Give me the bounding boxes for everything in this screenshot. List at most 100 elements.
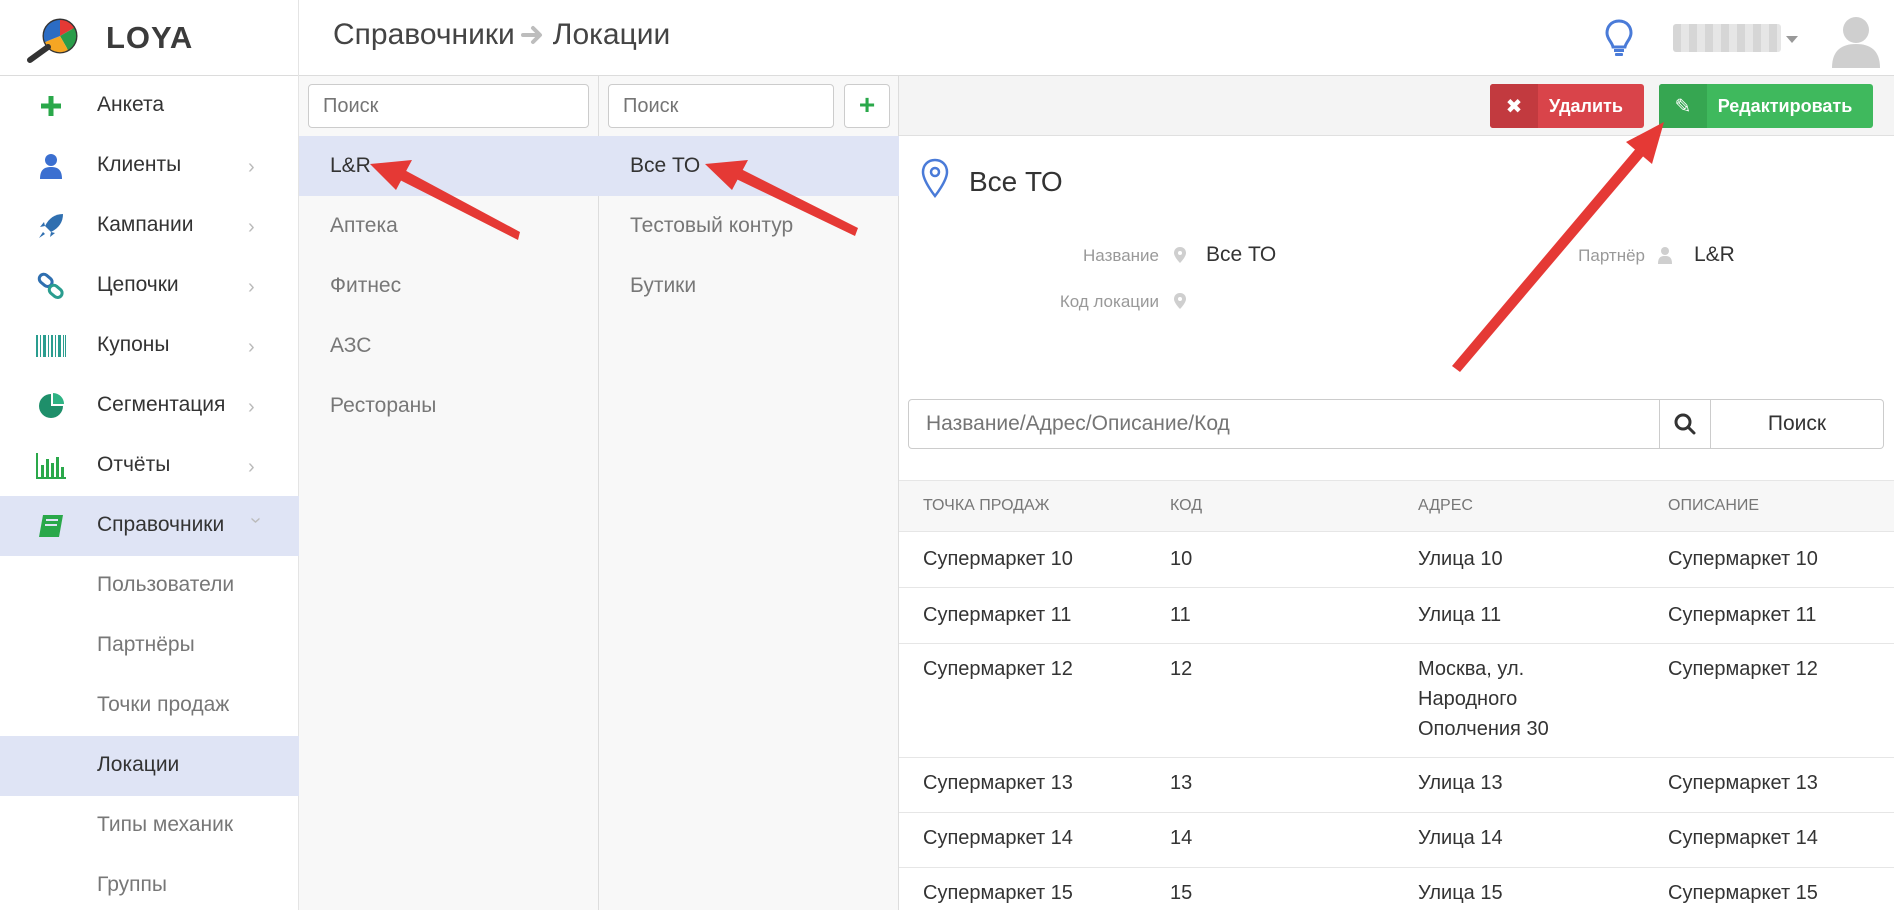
location-code-label: Код локации (1059, 292, 1159, 311)
map-pin-icon (1174, 293, 1186, 309)
partner-item-label: АЗС (330, 334, 372, 357)
table-cell: Супермаркет 13 (923, 772, 1073, 794)
name-label: Название (1083, 246, 1159, 265)
column-header[interactable]: Описание (1668, 497, 1759, 515)
book-icon (36, 512, 66, 540)
user-icon (36, 152, 66, 180)
map-pin-icon (1174, 247, 1186, 263)
plus-icon (36, 92, 66, 120)
sidebar-item-questionnaire[interactable]: Анкета (0, 76, 299, 136)
table-cell: Улица 14 (1418, 827, 1503, 849)
sidebar-item-label: Клиенты (97, 153, 182, 176)
arrow-right-icon (520, 26, 542, 44)
sidebar-subitem-locations[interactable]: Локации (0, 736, 299, 796)
partner-item-label: Фитнес (330, 274, 402, 297)
sidebar-item-clients[interactable]: Клиенты › (0, 136, 299, 196)
location-title: Все ТО (969, 166, 1063, 197)
table-cell: Супермаркет 15 (923, 882, 1073, 904)
pos-search-bar: Поиск (908, 399, 1884, 449)
partners-search-input[interactable] (308, 84, 589, 128)
user-name-blurred[interactable] (1673, 24, 1781, 52)
sidebar-item-chains[interactable]: Цепочки › (0, 256, 299, 316)
breadcrumb-current: Локации (552, 18, 671, 51)
pencil-icon: ✎ (1659, 84, 1707, 128)
column-header[interactable]: Точка продаж (923, 497, 1049, 515)
partner-item[interactable]: L&R (299, 136, 599, 196)
partner-item[interactable]: Фитнес (299, 256, 599, 316)
locations-column: + Все ТО Тестовый контур Бутики (599, 76, 899, 910)
table-cell: Супермаркет 11 (1668, 604, 1817, 626)
search-button[interactable]: Поиск (1711, 399, 1884, 449)
table-cell: 14 (1170, 827, 1193, 849)
table-row[interactable]: Супермаркет 13 13 Улица 13 Супермаркет 1… (899, 758, 1894, 813)
table-cell: 15 (1170, 882, 1193, 904)
sidebar-subitem-mechanic-types[interactable]: Типы механик (0, 796, 299, 856)
chevron-down-icon[interactable] (1786, 36, 1798, 43)
table-row[interactable]: Супермаркет 10 10 Улица 10 Супермаркет 1… (899, 532, 1894, 588)
table-cell: Супермаркет 15 (1668, 882, 1818, 904)
table-header: Точка продаж Код Адрес Описание (899, 480, 1894, 532)
sidebar-item-label: Купоны (97, 333, 170, 356)
sidebar-item-label: Цепочки (97, 273, 179, 296)
table-cell: 12 (1170, 658, 1193, 680)
edit-button[interactable]: ✎ Редактировать (1659, 84, 1873, 128)
table-cell: 11 (1170, 604, 1191, 626)
partner-item[interactable]: Аптека (299, 196, 599, 256)
sidebar-item-coupons[interactable]: Купоны › (0, 316, 299, 376)
table-cell: 13 (1170, 772, 1193, 794)
logo-icon (27, 18, 78, 63)
sidebar-item-reports[interactable]: Отчёты › (0, 436, 299, 496)
location-item-label: Бутики (630, 274, 697, 297)
partners-column: L&R Аптека Фитнес АЗС Рестораны (299, 76, 599, 910)
sidebar-subitem-partners[interactable]: Партнёры (0, 616, 299, 676)
map-pin-icon (921, 158, 949, 198)
table-cell: Улица 10 (1418, 548, 1503, 570)
sidebar-subitem-users[interactable]: Пользователи (0, 556, 299, 616)
chevron-right-icon: › (248, 156, 255, 178)
chevron-right-icon: › (248, 396, 255, 418)
table-cell: Улица 11 (1418, 604, 1502, 626)
partner-item[interactable]: АЗС (299, 316, 599, 376)
table-row[interactable]: Супермаркет 11 11 Улица 11 Супермаркет 1… (899, 588, 1894, 644)
table-cell: Супермаркет 12 (923, 658, 1073, 680)
add-location-button[interactable]: + (844, 84, 890, 128)
delete-button-label: Удалить (1549, 95, 1623, 116)
chain-icon (36, 272, 66, 300)
table-row[interactable]: Супермаркет 14 14 Улица 14 Супермаркет 1… (899, 813, 1894, 868)
sidebar-subitem-label: Партнёры (97, 633, 195, 656)
table-cell: Улица 13 (1418, 772, 1503, 794)
pos-search-input[interactable] (908, 399, 1660, 449)
location-item[interactable]: Тестовый контур (599, 196, 899, 256)
close-icon: ✖ (1490, 84, 1538, 128)
locations-search-input[interactable] (608, 84, 834, 128)
table-row[interactable]: Супермаркет 12 12 Москва, ул. Народного … (899, 644, 1894, 758)
lightbulb-icon[interactable] (1604, 18, 1634, 58)
column-header[interactable]: Код (1170, 497, 1202, 515)
avatar[interactable] (1830, 12, 1882, 68)
location-item[interactable]: Все ТО (599, 136, 899, 196)
location-item-label: Тестовый контур (630, 214, 794, 237)
partner-value: L&R (1694, 243, 1735, 266)
delete-button[interactable]: ✖ Удалить (1490, 84, 1644, 128)
location-item[interactable]: Бутики (599, 256, 899, 316)
app-name: LOYA (106, 20, 194, 55)
column-header[interactable]: Адрес (1418, 497, 1473, 515)
table-row[interactable]: Супермаркет 15 15 Улица 15 Супермаркет 1… (899, 868, 1894, 910)
partner-item[interactable]: Рестораны (299, 376, 599, 436)
sidebar-subitem-groups[interactable]: Группы (0, 856, 299, 910)
points-of-sale-table: Точка продаж Код Адрес Описание Супермар… (899, 480, 1894, 910)
sidebar-item-campaigns[interactable]: Кампании › (0, 196, 299, 256)
sidebar-item-label: Анкета (97, 93, 165, 116)
location-item-label: Все ТО (630, 154, 701, 177)
search-icon[interactable] (1660, 399, 1711, 449)
brand[interactable]: LOYA (0, 0, 299, 76)
sidebar-item-segmentation[interactable]: Сегментация › (0, 376, 299, 436)
sidebar-item-directories[interactable]: Справочники › (0, 496, 299, 556)
user-icon (1658, 247, 1672, 264)
table-cell: Супермаркет 10 (923, 548, 1073, 570)
breadcrumb-parent[interactable]: Справочники (333, 18, 515, 52)
chevron-right-icon: › (248, 216, 255, 238)
sidebar-subitem-points-of-sale[interactable]: Точки продаж (0, 676, 299, 736)
name-value: Все ТО (1206, 243, 1277, 266)
chevron-down-icon: › (245, 517, 267, 524)
